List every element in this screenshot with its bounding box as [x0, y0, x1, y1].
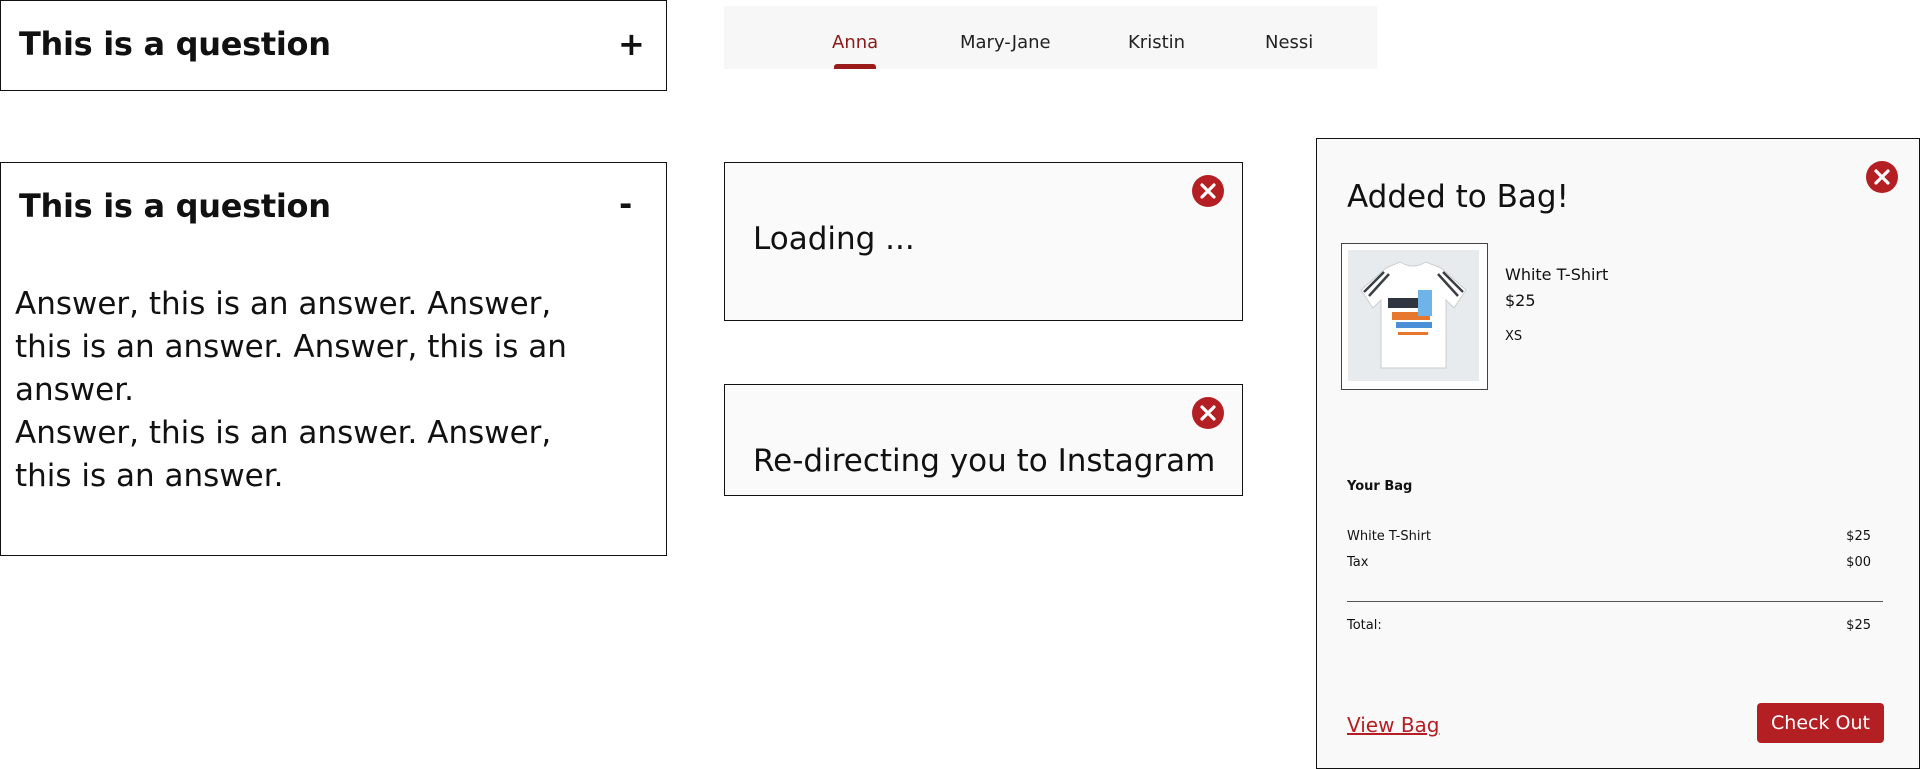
checkout-button[interactable]: Check Out: [1757, 703, 1884, 743]
tshirt-image: [1348, 250, 1479, 381]
added-to-bag-panel: Added to Bag! White T-Shirt $25 XS Your …: [1316, 138, 1920, 769]
line-item-label: White T-Shirt: [1347, 529, 1431, 544]
tab-mary-jane[interactable]: Mary-Jane: [960, 32, 1051, 53]
accordion-answer: Answer, this is an answer. Answer, this …: [15, 283, 655, 498]
loading-message: Loading ...: [753, 221, 915, 257]
answer-line: this is an answer.: [15, 458, 284, 494]
product-price: $25: [1505, 291, 1536, 310]
accordion-expand-toggle[interactable]: +: [618, 25, 645, 63]
total-label: Total:: [1347, 618, 1382, 633]
close-icon[interactable]: [1866, 161, 1898, 193]
close-icon[interactable]: [1192, 175, 1224, 207]
close-icon[interactable]: [1192, 397, 1224, 429]
accordion-expanded[interactable]: This is a question - Answer, this is an …: [0, 162, 667, 556]
active-tab-indicator: [834, 64, 876, 69]
line-item-label: Tax: [1347, 555, 1369, 570]
view-bag-link[interactable]: View Bag: [1347, 713, 1440, 737]
answer-line: Answer, this is an answer. Answer,: [15, 415, 552, 451]
redirect-message: Re-directing you to Instagram: [753, 443, 1216, 479]
accordion-question: This is a question: [19, 187, 331, 225]
divider: [1347, 601, 1883, 602]
redirect-toast: Re-directing you to Instagram: [724, 384, 1243, 496]
total-amount: $25: [1846, 618, 1871, 633]
product-name: White T-Shirt: [1505, 265, 1609, 284]
tab-bar: Anna Mary-Jane Kristin Nessi: [724, 6, 1377, 69]
tab-kristin[interactable]: Kristin: [1128, 32, 1185, 53]
cart-title: Added to Bag!: [1347, 179, 1569, 215]
line-item-amount: $00: [1846, 555, 1871, 570]
product-image: [1341, 243, 1488, 390]
tab-anna[interactable]: Anna: [832, 32, 878, 53]
accordion-collapsed[interactable]: This is a question +: [0, 0, 667, 91]
loading-toast: Loading ...: [724, 162, 1243, 321]
tab-nessi[interactable]: Nessi: [1265, 32, 1313, 53]
answer-line: Answer, this is an answer. Answer,: [15, 286, 552, 322]
answer-line: this is an answer. Answer, this is an an…: [15, 329, 567, 408]
accordion-collapse-toggle[interactable]: -: [619, 185, 632, 223]
line-item-amount: $25: [1846, 529, 1871, 544]
bag-heading: Your Bag: [1347, 479, 1413, 494]
product-size: XS: [1505, 329, 1523, 344]
accordion-question: This is a question: [19, 25, 331, 63]
